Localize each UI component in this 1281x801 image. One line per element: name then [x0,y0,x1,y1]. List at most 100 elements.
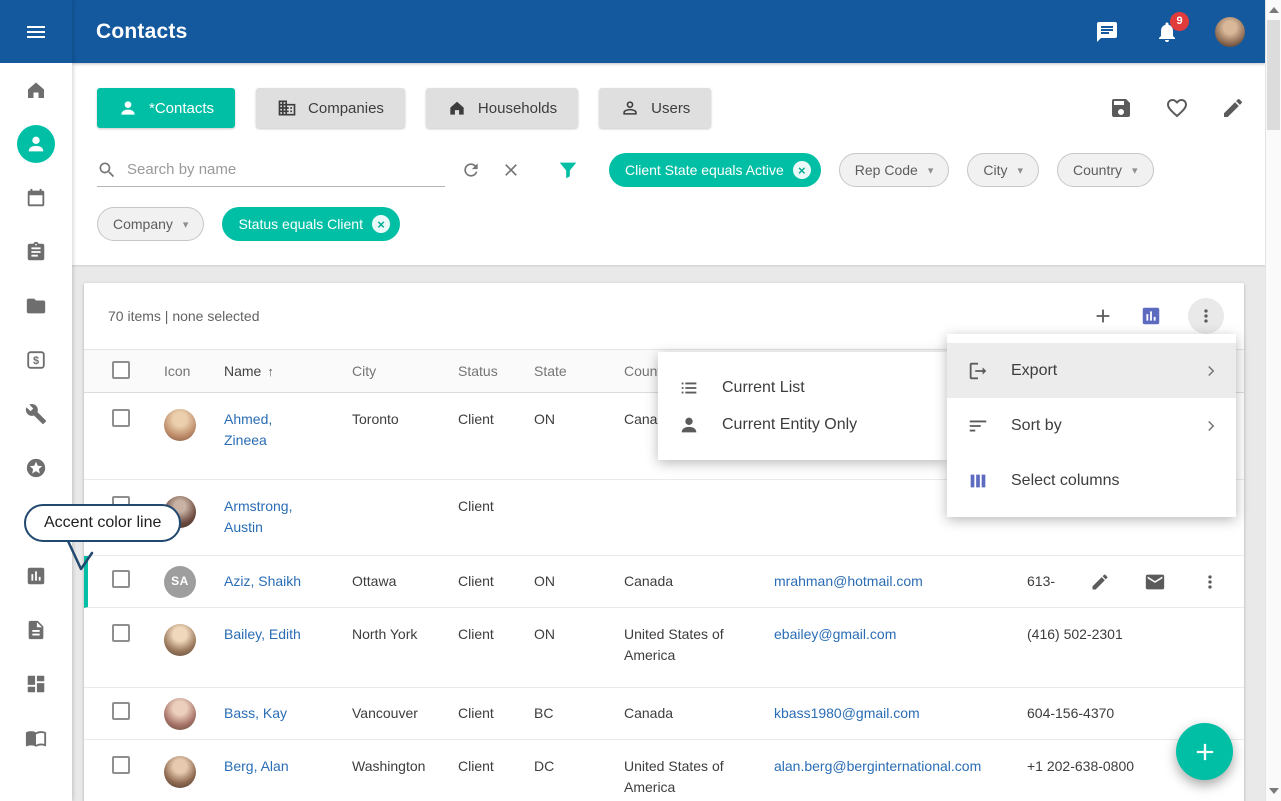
chip-company[interactable]: Company ▾ [97,207,204,241]
sidebar-item-dashboard[interactable] [0,657,72,711]
table-row[interactable]: Berg, Alan Washington Client DC United S… [84,740,1244,801]
contact-email-link[interactable]: kbass1980@gmail.com [774,705,920,721]
chat-button[interactable] [1095,20,1119,44]
select-all-checkbox[interactable] [112,361,130,379]
tab-households[interactable]: Households [426,88,578,128]
contact-name-link[interactable]: Ahmed, Zineea [224,409,304,451]
row-checkbox[interactable] [112,409,130,427]
sidebar-item-tools[interactable] [0,387,72,441]
sidebar-item-featured[interactable] [0,441,72,495]
row-checkbox[interactable] [112,756,130,774]
sidebar: $ [0,0,72,801]
contact-email-link[interactable]: ebailey@gmail.com [774,626,896,642]
tab-label: Users [651,100,690,117]
annotation-callout: Accent color line [24,504,181,542]
menu-item-select-columns[interactable]: Select columns [947,453,1236,508]
clear-search-button[interactable] [501,160,521,180]
row-checkbox[interactable] [112,624,130,642]
chip-remove-icon[interactable]: × [793,161,811,179]
contact-name-link[interactable]: Aziz, Shaikh [224,573,301,589]
scroll-down-arrow[interactable] [1269,788,1279,794]
edit-view-button[interactable] [1221,96,1245,120]
chip-country[interactable]: Country ▾ [1057,153,1154,187]
sidebar-item-documents[interactable] [0,279,72,333]
sidebar-item-calendar[interactable] [0,171,72,225]
sidebar-item-tasks[interactable] [0,225,72,279]
submenu-item-current-entity-only[interactable]: Current Entity Only [658,406,947,443]
app-header: Contacts 9 [72,0,1265,63]
page-title: Contacts [96,20,187,44]
vertical-scrollbar[interactable] [1265,0,1281,801]
calendar-icon [25,187,47,209]
chip-remove-icon[interactable]: × [372,215,390,233]
edit-contact-button[interactable] [1090,572,1110,592]
clipboard-icon [25,241,47,263]
contact-name-link[interactable]: Bass, Kay [224,705,287,721]
search-icon [97,160,117,180]
contact-email-link[interactable]: mrahman@hotmail.com [774,573,923,589]
hamburger-menu-button[interactable] [0,0,72,63]
contact-name-link[interactable]: Berg, Alan [224,758,289,774]
row-checkbox[interactable] [112,702,130,720]
cell-status: Client [458,624,534,645]
list-options-button[interactable] [1188,298,1224,334]
scroll-up-arrow[interactable] [1269,7,1279,13]
email-contact-button[interactable] [1144,571,1166,593]
sidebar-item-billing[interactable]: $ [0,333,72,387]
contact-name-link[interactable]: Armstrong, Austin [224,496,304,538]
table-row-hovered[interactable]: SA Aziz, Shaikh Ottawa Client ON Canada … [84,556,1244,608]
add-item-button[interactable] [1092,305,1114,327]
chevron-down-icon: ▾ [1017,164,1023,177]
sidebar-item-pages[interactable] [0,603,72,657]
cell-country: Canada [624,703,774,724]
chip-status[interactable]: Status equals Client × [222,207,400,241]
book-icon [25,727,47,749]
filter-button[interactable] [557,159,579,181]
search-input[interactable] [127,161,445,178]
notifications-button[interactable]: 9 [1155,20,1179,44]
submenu-item-label: Current List [722,379,805,397]
save-view-button[interactable] [1109,96,1133,120]
submenu-item-current-list[interactable]: Current List [658,369,947,406]
chip-label: Company [113,216,173,232]
cell-country: United States of America [624,624,774,666]
pencil-icon [1090,572,1110,592]
cell-city: North York [352,624,458,645]
analytics-button[interactable] [1140,305,1162,327]
row-checkbox[interactable] [112,570,130,588]
favorite-button[interactable] [1165,96,1189,120]
column-header-name[interactable]: Name ↑ [224,363,352,379]
chip-label: Country [1073,162,1122,178]
user-avatar[interactable] [1215,17,1245,47]
user-outline-icon [620,98,640,118]
cell-country: United States of America [624,756,774,798]
row-options-button[interactable] [1200,572,1220,592]
sidebar-item-directory[interactable] [0,711,72,765]
contact-name-link[interactable]: Bailey, Edith [224,626,301,642]
sidebar-item-home[interactable] [0,63,72,117]
house-icon [447,98,467,118]
menu-item-label: Sort by [1011,417,1062,435]
chip-label: Status equals Client [238,216,363,232]
contact-email-link[interactable]: alan.berg@berginternational.com [774,758,981,774]
scrollbar-thumb[interactable] [1267,20,1280,130]
column-header-icon[interactable]: Icon [164,363,224,379]
chip-client-state[interactable]: Client State equals Active × [609,153,821,187]
table-row[interactable]: Bailey, Edith North York Client ON Unite… [84,608,1244,688]
chat-icon [1095,20,1119,44]
sidebar-item-contacts[interactable] [0,117,72,171]
avatar-initials: SA [164,566,196,598]
refresh-button[interactable] [461,160,481,180]
tab-companies[interactable]: Companies [256,88,405,128]
tab-contacts[interactable]: *Contacts [97,88,235,128]
column-header-city[interactable]: City [352,363,458,379]
column-header-state[interactable]: State [534,363,624,379]
menu-item-sort-by[interactable]: Sort by [947,398,1236,453]
tab-users[interactable]: Users [599,88,711,128]
table-row[interactable]: Bass, Kay Vancouver Client BC Canada kba… [84,688,1244,740]
add-contact-fab[interactable] [1176,723,1233,780]
menu-item-export[interactable]: Export [947,343,1236,398]
chip-rep-code[interactable]: Rep Code ▾ [839,153,950,187]
chip-city[interactable]: City ▾ [967,153,1039,187]
column-header-status[interactable]: Status [458,363,534,379]
